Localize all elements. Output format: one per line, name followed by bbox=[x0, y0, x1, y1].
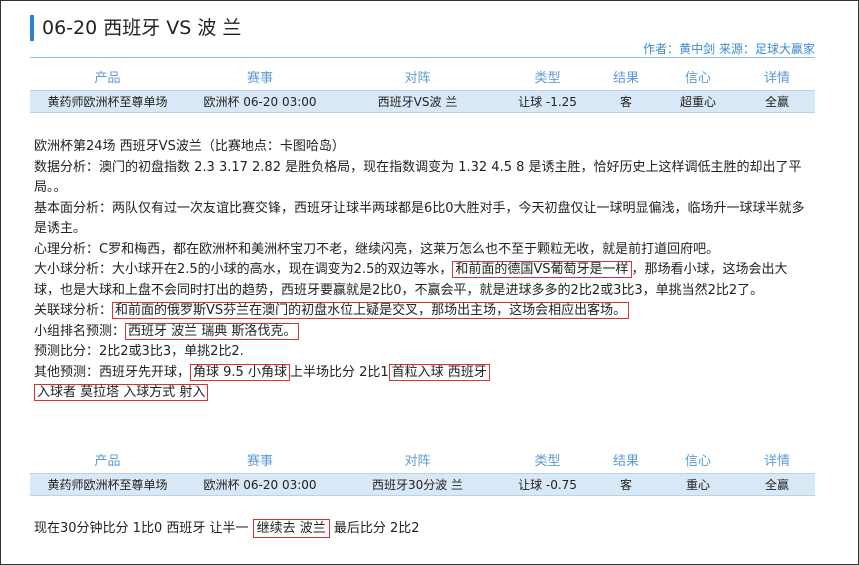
header-confidence: 信心 bbox=[684, 453, 711, 469]
ou-prefix: 大小球分析：大小球开在2.5的小球的高水，现在调变为2.5的双边等水， bbox=[34, 262, 453, 277]
other-prediction: 其他预测：西班牙先开球， 角球 9.5 小角球 上半场比分 2比1 首粒入球 西班牙入… bbox=[34, 363, 812, 404]
cell-type: 让球 -0.75 bbox=[500, 473, 595, 496]
header-type: 类型 bbox=[534, 70, 561, 86]
assoc-highlight: 和前面的俄罗斯VS芬兰在澳门的初盘水位上疑是交叉，那场出主场，这场会相应出客场。 bbox=[112, 302, 630, 319]
psych-analysis: 心理分析：C罗和梅西，都在欧洲杯和美洲杯宝刀不老，继续闪亮，这莱万怎么也不至于颗… bbox=[34, 241, 720, 257]
data-analysis: 数据分析：澳门的初盘指数 2.3 3.17 2.82 是胜负格局，现在指数调变为… bbox=[34, 159, 802, 196]
other-mid: 上半场比分 2比1 bbox=[289, 364, 389, 380]
group-highlight: 西班牙 波兰 瑞典 斯洛伐克。 bbox=[125, 322, 300, 340]
header-product: 产品 bbox=[94, 70, 121, 86]
live-highlight: 继续去 波兰 bbox=[252, 519, 330, 538]
group-ranking: 小组排名预测： 西班牙 波兰 瑞典 斯洛伐克。 bbox=[34, 322, 812, 343]
header-type: 类型 bbox=[534, 453, 561, 469]
analysis-body: 欧洲杯第24场 西班牙VS波兰（比赛地点：卡图哈岛） 数据分析：澳门的初盘指数 … bbox=[34, 137, 812, 404]
first-goal-highlight: 首粒入球 西班牙 bbox=[388, 363, 490, 381]
cell-product: 黄药师欧洲杯至尊单场 bbox=[30, 473, 185, 496]
group-prefix: 小组排名预测： bbox=[34, 323, 126, 339]
live-suffix: 最后比分 2比2 bbox=[333, 521, 420, 536]
header-event: 赛事 bbox=[246, 70, 273, 86]
prediction-table-2: 产品 赛事 对阵 类型 结果 信心 详情 黄药师欧洲杯至尊单场 欧洲杯 06-2… bbox=[30, 445, 815, 496]
cell-details[interactable]: 全赢 bbox=[739, 90, 815, 113]
header-result: 结果 bbox=[612, 70, 639, 86]
cell-details[interactable]: 全赢 bbox=[739, 473, 815, 496]
table-header-row: 产品 赛事 对阵 类型 结果 信心 详情 bbox=[30, 445, 815, 474]
header-product: 产品 bbox=[94, 453, 121, 469]
table-row: 黄药师欧洲杯至尊单场 欧洲杯 06-20 03:00 西班牙30分波 兰 让球 … bbox=[30, 473, 815, 496]
cell-event: 欧洲杯 06-20 03:00 bbox=[185, 473, 335, 496]
table-header-row: 产品 赛事 对阵 类型 结果 信心 详情 bbox=[30, 62, 815, 91]
table-row: 黄药师欧洲杯至尊单场 欧洲杯 06-20 03:00 西班牙VS波 兰 让球 -… bbox=[30, 90, 815, 113]
header-matchup: 对阵 bbox=[404, 453, 431, 469]
cell-result: 客 bbox=[595, 473, 657, 496]
other-prefix: 其他预测：西班牙先开球， bbox=[34, 364, 191, 380]
assoc-prefix: 关联球分析： bbox=[34, 303, 113, 318]
cell-matchup: 西班牙30分波 兰 bbox=[335, 473, 500, 496]
header-confidence: 信心 bbox=[684, 70, 711, 86]
corner-highlight: 角球 9.5 小角球 bbox=[190, 363, 290, 381]
prediction-table-1: 产品 赛事 对阵 类型 结果 信心 详情 黄药师欧洲杯至尊单场 欧洲杯 06-2… bbox=[30, 62, 815, 113]
cell-type: 让球 -1.25 bbox=[500, 90, 595, 113]
match-intro: 欧洲杯第24场 西班牙VS波兰（比赛地点：卡图哈岛） bbox=[34, 139, 345, 154]
cell-confidence: 超重心 bbox=[657, 90, 739, 113]
cell-product: 黄药师欧洲杯至尊单场 bbox=[30, 90, 185, 113]
cell-confidence: 重心 bbox=[657, 473, 739, 496]
cell-matchup: 西班牙VS波 兰 bbox=[335, 90, 500, 113]
header-details: 详情 bbox=[763, 70, 790, 86]
title-divider bbox=[30, 57, 815, 58]
cell-event: 欧洲杯 06-20 03:00 bbox=[185, 90, 335, 113]
basic-analysis: 基本面分析：两队仅有过一次友谊比赛交锋，西班牙让球半两球都是6比0大胜对手，今天… bbox=[34, 200, 805, 237]
header-event: 赛事 bbox=[246, 453, 273, 469]
header-matchup: 对阵 bbox=[404, 70, 431, 86]
article-title: 06-20 西班牙 VS 波 兰 bbox=[30, 15, 241, 41]
cell-result: 客 bbox=[595, 90, 657, 113]
association-analysis: 关联球分析： 和前面的俄罗斯VS芬兰在澳门的初盘水位上疑是交叉，那场出主场，这场会… bbox=[34, 301, 812, 322]
header-details: 详情 bbox=[763, 453, 790, 469]
header-result: 结果 bbox=[612, 453, 639, 469]
article-meta[interactable]: 作者：黄中剑 来源：足球大赢家 bbox=[643, 40, 815, 57]
live-update: 现在30分钟比分 1比0 西班牙 让半一 继续去 波兰 最后比分 2比2 bbox=[34, 519, 420, 539]
ou-highlight: 和前面的德国VS葡萄牙是一样 bbox=[452, 261, 632, 278]
live-prefix: 现在30分钟比分 1比0 西班牙 让半一 bbox=[34, 521, 249, 536]
scorer-highlight: 入球者 莫拉塔 入球方式 射入 bbox=[34, 384, 209, 401]
over-under-analysis: 大小球分析：大小球开在2.5的小球的高水，现在调变为2.5的双边等水， 和前面的德… bbox=[34, 260, 812, 301]
score-prediction: 预测比分：2比2或3比3，单挑2比2. bbox=[34, 344, 244, 359]
